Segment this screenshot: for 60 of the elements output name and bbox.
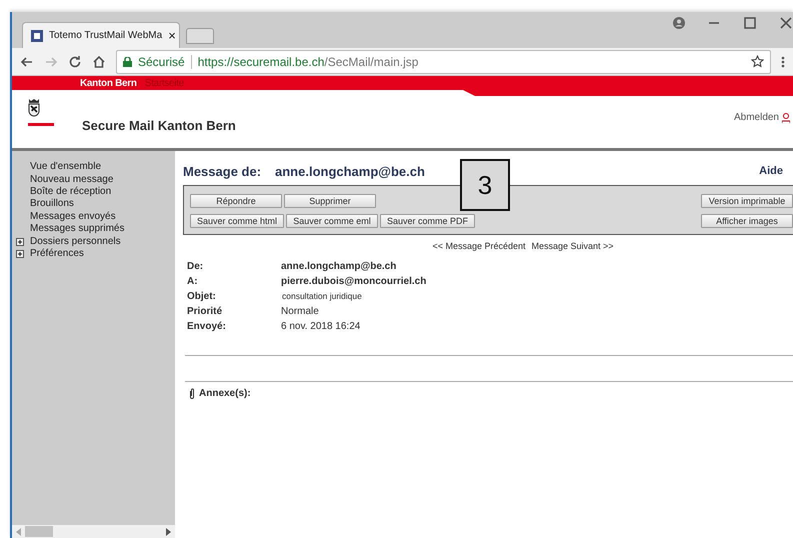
scroll-right-icon[interactable] (166, 528, 171, 536)
field-value: anne.longchamp@be.ch (281, 261, 398, 273)
logout-link[interactable]: Abmelden (734, 112, 790, 123)
next-message-link[interactable]: Message Suivant >> (532, 241, 614, 251)
site-nav-link[interactable]: Kanton Bern (80, 78, 137, 88)
maximize-icon[interactable] (743, 16, 757, 30)
expand-icon[interactable] (16, 238, 24, 246)
sidebar-item[interactable]: Vue d'ensemble (16, 161, 175, 174)
tab-close-button[interactable]: × (168, 28, 176, 43)
action-button[interactable]: Sauver comme PDF (380, 214, 476, 228)
horizontal-scrollbar[interactable] (12, 525, 175, 538)
field-label: De: (187, 261, 204, 273)
message-from-label: Message de: (183, 164, 262, 178)
field-value: consultation juridique (281, 291, 363, 303)
help-link[interactable]: Aide (759, 165, 783, 177)
action-button[interactable]: Version imprimable (701, 194, 793, 208)
security-label: Sécurisé (138, 54, 185, 68)
sidebar-item[interactable]: Dossiers personnels (16, 235, 175, 248)
logo-bar (28, 122, 54, 126)
star-icon[interactable] (751, 55, 764, 68)
field-label: Priorité (187, 306, 224, 318)
field-label: A: (187, 276, 199, 288)
field-value: Normale (281, 306, 320, 318)
url-text: https://securemail.be.ch/SecMail/main.jsp (198, 54, 420, 68)
sidebar-item[interactable]: Messages supprimés (16, 222, 175, 236)
callout-number: 3 (460, 159, 510, 211)
field-value: 6 nov. 2018 16:24 (281, 321, 362, 333)
field-label: Objet: (187, 291, 217, 303)
sidebar-item[interactable]: Messages envoyés (16, 210, 175, 223)
action-button[interactable]: Supprimer (284, 194, 376, 208)
message-sender: anne.longchamp@be.ch (275, 164, 426, 178)
browser-tab[interactable]: Totemo TrustMail WebMa × (22, 22, 180, 48)
coat-of-arms-icon (28, 98, 40, 116)
field-value: pierre.dubois@moncourriel.ch (281, 276, 428, 288)
attachments-label: Annexe(s): (199, 388, 251, 399)
scrollbar-thumb[interactable] (25, 526, 53, 537)
menu-icon[interactable] (781, 54, 785, 68)
sidebar-item[interactable]: Nouveau message (16, 173, 175, 186)
address-bar[interactable]: Sécurisé https://securemail.be.ch/SecMail/main.jsp (116, 50, 771, 74)
expand-icon[interactable] (16, 250, 24, 258)
tab-title: Totemo TrustMail WebMa (49, 30, 162, 41)
action-button[interactable]: Sauver comme eml (286, 214, 378, 228)
paperclip-icon (189, 388, 195, 399)
close-icon[interactable] (779, 16, 793, 30)
action-button[interactable]: Répondre (190, 194, 282, 208)
reload-icon[interactable] (68, 54, 82, 68)
action-button[interactable]: Sauver comme html (190, 214, 284, 228)
profile-icon[interactable] (673, 17, 685, 29)
site-icon (31, 30, 43, 42)
person-icon (782, 112, 790, 122)
sidebar-item[interactable]: Brouillons (16, 198, 175, 211)
sidebar-item[interactable]: Boîte de réception (16, 186, 175, 198)
lock-icon (123, 56, 132, 66)
back-icon[interactable] (20, 54, 34, 68)
sidebar-item[interactable]: Préférences (16, 248, 175, 260)
action-button[interactable]: Afficher images (701, 214, 793, 228)
home-icon[interactable] (92, 54, 106, 68)
site-title: Secure Mail Kanton Bern (82, 118, 236, 132)
previous-message-link[interactable]: << Message Précédent (432, 241, 526, 251)
field-label: Envoyé: (187, 321, 227, 333)
